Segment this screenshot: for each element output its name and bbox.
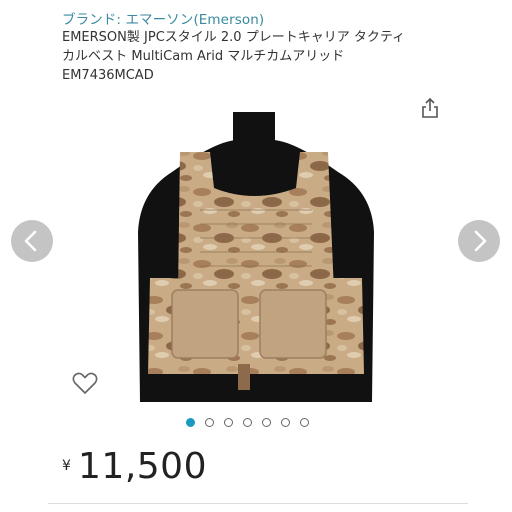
pagination-dot[interactable] [205,418,214,427]
pagination-dot[interactable] [262,418,271,427]
title-line: カルベスト MultiCam Arid マルチカムアリッド [62,49,345,64]
pagination-dot[interactable] [186,418,195,427]
currency-symbol: ¥ [62,458,71,474]
pagination-dot[interactable] [243,418,252,427]
divider [48,503,468,504]
chevron-right-icon [474,230,487,252]
pagination-dot[interactable] [281,418,290,427]
pagination-dot[interactable] [224,418,233,427]
chevron-left-icon [24,230,37,252]
favorite-button[interactable] [70,368,100,398]
previous-image-button[interactable] [11,220,53,262]
title-line: EM7436MCAD [62,68,154,83]
pagination-dot[interactable] [300,418,309,427]
product-image[interactable] [0,87,512,402]
image-pagination [186,418,309,430]
next-image-button[interactable] [458,220,500,262]
price: ¥ 11,500 [62,446,207,487]
product-title: EMERSON製 JPCスタイル 2.0 プレートキャリア タクティ カルベスト… [62,28,482,85]
title-line: EMERSON製 JPCスタイル 2.0 プレートキャリア タクティ [62,30,406,45]
price-amount: 11,500 [78,446,207,487]
brand-link[interactable]: ブランド: エマーソン(Emerson) [62,8,264,28]
heart-icon [72,372,98,394]
